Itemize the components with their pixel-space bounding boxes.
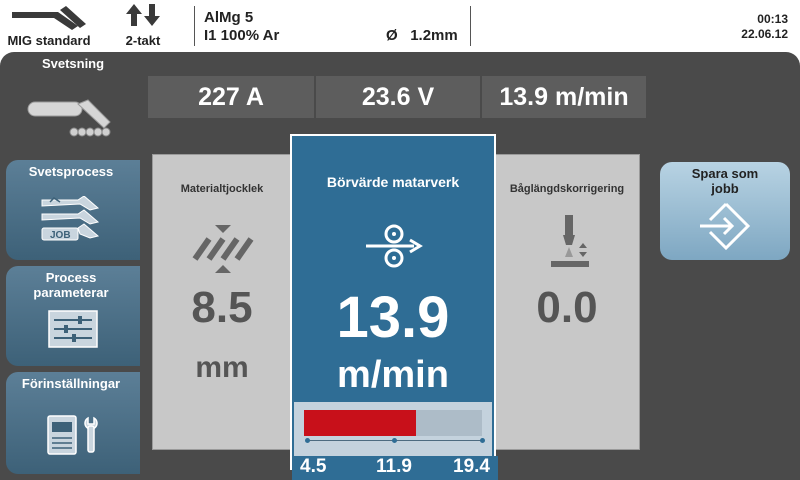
setpoint-value: 13.9 [336, 285, 450, 350]
bar-max: 19.4 [453, 456, 490, 477]
process-label: MIG standard [7, 33, 91, 48]
diameter-symbol: Ø [386, 27, 398, 44]
arc-length-panel[interactable]: Båglängdskorrigering 0.0 [494, 154, 640, 450]
gas-label: I1 100% Ar [204, 27, 280, 44]
sliders-icon [48, 310, 98, 348]
nav-process-parameters[interactable]: Process parameterar [6, 266, 140, 366]
nav-label: Process [45, 270, 97, 285]
time: 00:13 [757, 12, 788, 26]
status-bar: MIG standard 2-takt AlMg 5 I1 100% Ar Ø … [0, 0, 800, 52]
panel-title: Börvärde matarverk [326, 174, 460, 190]
wire-diameter: Ø 1.2mm [386, 27, 458, 44]
save-as-job-button[interactable]: Spara som jobb [660, 162, 790, 260]
nav-presets[interactable]: Förinställningar [6, 372, 140, 474]
wire-feed-setpoint-panel[interactable]: Börvärde matarverk 13.9 m/min 4.5 11.9 1… [290, 134, 498, 480]
welder-screen: MIG standard 2-takt AlMg 5 I1 100% Ar Ø … [0, 0, 800, 480]
bar-mid: 11.9 [376, 456, 412, 477]
scale-dot [480, 438, 485, 443]
setpoint-unit: m/min [337, 354, 449, 396]
thickness-value: 8.5 [191, 283, 253, 332]
divider [470, 6, 471, 46]
updown-arrows-icon [126, 4, 160, 26]
divider [194, 6, 195, 46]
thickness-unit: mm [195, 351, 249, 384]
material-info[interactable]: AlMg 5 I1 100% Ar Ø 1.2mm [196, 0, 468, 52]
scale-dot [305, 438, 310, 443]
date: 22.06.12 [741, 27, 788, 41]
arc-length-value: 0.0 [536, 283, 598, 332]
voltage-readout: 23.6 V [316, 76, 480, 118]
wire-feed-rollers-icon [366, 224, 423, 268]
thickness-panel[interactable]: Materialtjocklek 8.5 mm [152, 154, 292, 450]
clock: 00:13 22.06.12 [708, 0, 788, 52]
material-label: AlMg 5 [204, 9, 254, 26]
save-label-line2: jobb [711, 181, 739, 196]
welding-torch-icon [27, 99, 111, 137]
machine-wrench-icon [47, 415, 98, 455]
save-label: Spara som jobb [660, 166, 790, 196]
bar-labels: 4.5 11.9 19.4 [292, 456, 498, 480]
save-job-icon [700, 202, 751, 250]
process-icon: JOB [41, 196, 100, 241]
trigger-mode[interactable]: 2-takt [102, 0, 184, 52]
process-indicator[interactable]: MIG standard [0, 0, 98, 52]
trigger-label: 2-takt [125, 33, 161, 48]
bar-min: 4.5 [300, 456, 327, 477]
panel-title: Båglängdskorrigering [509, 183, 625, 195]
torch-icon [12, 6, 86, 30]
welding-title: Svetsning [41, 56, 105, 71]
nav-label: parameterar [33, 285, 109, 300]
diameter-value: 1.2mm [410, 27, 458, 44]
panel-title: Materialtjocklek [180, 183, 264, 195]
thickness-icon [192, 225, 254, 273]
nav-label: Svetsprocess [28, 164, 114, 179]
scale-dot [392, 438, 397, 443]
bar-track [304, 410, 482, 436]
save-label-line1: Spara som [691, 166, 759, 181]
current-readout: 227 A [148, 76, 314, 118]
bar-fill [304, 410, 417, 436]
nav-label: Förinställningar [21, 376, 121, 391]
arc-length-icon [551, 215, 589, 267]
nav-weld-process[interactable]: Svetsprocess JOB [6, 160, 140, 260]
wire-speed-readout: 13.9 m/min [482, 76, 646, 118]
job-tag: JOB [50, 230, 71, 241]
